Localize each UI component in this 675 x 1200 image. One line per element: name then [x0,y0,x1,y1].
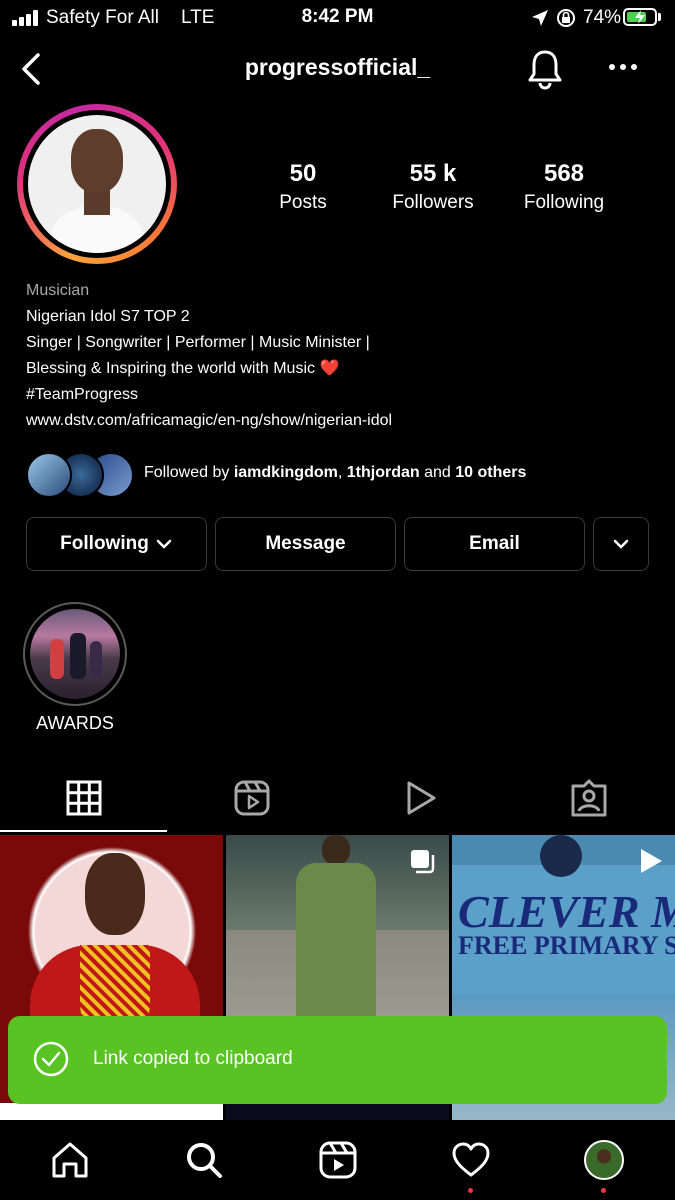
rotation-lock-icon [557,9,575,27]
search-icon[interactable] [184,1140,224,1180]
bio-line: Nigerian Idol S7 TOP 2 [26,308,190,325]
posts-number: 50 [289,160,317,187]
location-icon [532,10,548,26]
tagged-tab-icon[interactable] [569,778,609,818]
and-word: and [424,464,451,481]
following-button-label: Following [60,533,149,554]
profile-bio: Musician Nigerian Idol S7 TOP 2 Singer |… [26,278,392,434]
home-icon[interactable] [50,1140,90,1180]
followers-number: 55 k [409,160,457,187]
activity-notification-dot [468,1188,473,1193]
highlight-label: AWARDS [36,713,114,733]
heart-icon[interactable] [451,1140,491,1180]
email-button[interactable]: Email [404,517,585,571]
profile-username: progressofficial_ [244,54,431,80]
battery-percent: 74% [583,7,622,28]
email-button-label: Email [469,533,520,554]
check-circle-icon [33,1041,69,1077]
chevron-down-icon [613,539,629,549]
following-number: 568 [543,160,585,187]
profile-tab-avatar[interactable] [584,1140,624,1180]
mutual-user-2: 1thjordan [346,464,420,481]
chevron-down-icon [156,539,172,549]
bio-link[interactable]: www.dstv.com/africamagic/en-ng/show/nige… [26,408,392,434]
status-bar: Safety For All LTE 8:42 PM 74% [0,0,675,36]
following-button[interactable]: Following [26,517,207,571]
profile-avatar[interactable] [28,115,166,253]
bio-line[interactable]: #TeamProgress [26,382,392,408]
bell-icon[interactable] [526,48,564,90]
separator: , [337,464,343,481]
followers-count[interactable]: 55 k Followers [373,160,493,214]
photo-sign-text: FREE PRIMARY SC [458,931,675,960]
followed-by-text[interactable]: Followed by iamdkingdom, 1thjordan and 1… [144,464,526,482]
message-button-label: Message [265,533,346,554]
grid-icon[interactable] [64,778,104,818]
reels-icon[interactable] [318,1140,358,1180]
video-tab-icon[interactable] [400,778,440,818]
mutual-user-1: iamdkingdom [233,464,338,481]
following-label: Following [523,192,605,213]
following-count[interactable]: 568 Following [504,160,624,214]
carousel-icon [411,850,435,874]
posts-label: Posts [279,192,327,213]
toast-message: Link copied to clipboard [93,1048,293,1069]
suggested-accounts-button[interactable] [593,517,649,571]
highlight-cover[interactable] [30,609,120,699]
followed-by-prefix: Followed by [144,464,230,481]
avatar [26,452,72,498]
profile-notification-dot [601,1188,606,1193]
followers-label: Followers [392,192,474,213]
reels-tab-icon[interactable] [232,778,272,818]
mutual-others: 10 others [455,464,527,481]
message-button[interactable]: Message [215,517,396,571]
bio-line: Singer | Songwriter | Performer | Music … [26,334,370,351]
posts-count[interactable]: 50 Posts [243,160,363,214]
profile-category: Musician [26,282,90,299]
mutual-followers-avatars[interactable] [26,452,136,498]
video-post-icon [641,849,662,873]
battery-icon [623,8,657,26]
bio-line: Blessing & Inspiring the world with Musi… [26,360,340,377]
battery-tip [658,13,661,21]
active-tab-indicator [0,830,167,832]
more-options-icon[interactable] [608,60,638,74]
